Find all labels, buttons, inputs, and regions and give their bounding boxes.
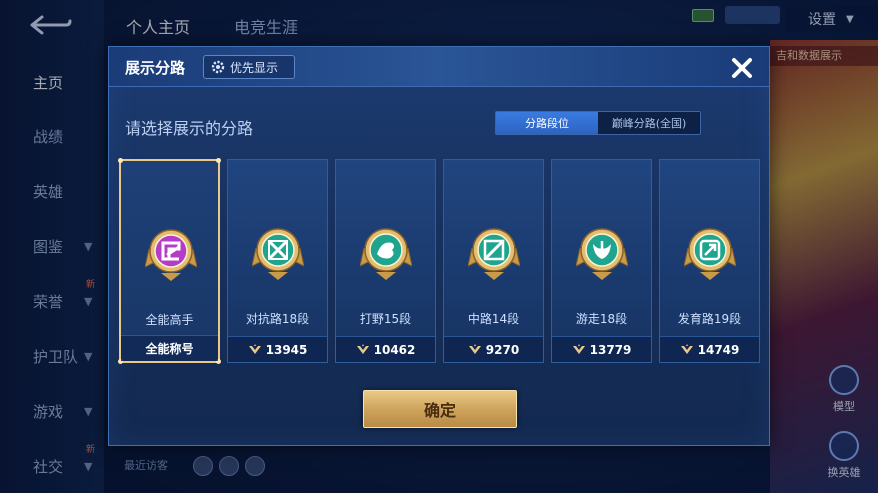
priority-display-label: 优先显示 [230,60,279,75]
rank-points-icon [356,343,369,354]
selection-corner [118,158,123,163]
close-icon[interactable] [727,53,757,83]
lane-card-score: 13779 [552,336,651,362]
selection-corner [216,158,221,163]
rank-points-icon [572,343,585,354]
lane-card-score: 9270 [444,336,543,362]
lane-card-score-value: 14749 [697,342,740,357]
dialog-header: 展示分路 优先显示 [109,47,769,87]
rank-points-icon [248,343,261,354]
lane-card-score-value: 10462 [373,342,416,357]
tab-lane-rank[interactable]: 分路段位 [496,112,598,134]
dialog-subtitle: 请选择展示的分路 [125,119,254,138]
lane-card-name: 中路14段 [467,312,520,326]
lane-card-score: 14749 [660,336,759,362]
tab-peak-lane[interactable]: 巅峰分路(全国) [598,112,700,134]
lane-card-name: 发育路19段 [677,312,742,326]
lane-mode-toggle: 分路段位 巅峰分路(全国) [495,111,701,135]
dialog-title: 展示分路 [125,59,186,77]
lane-card[interactable]: 中路14段 9270 [443,159,544,363]
lane-card-name: 打野15段 [359,312,412,326]
rank-points-icon [680,343,693,354]
lane-card-score: 全能称号 [121,335,218,361]
confirm-button[interactable]: 确定 [363,390,517,428]
priority-display-button[interactable]: 优先显示 [203,55,295,79]
rank-points-icon [468,343,481,354]
lane-display-dialog: 展示分路 优先显示 请选择展示的分路 分路段位 巅峰分路(全国) 全能高手全能称… [108,46,770,446]
roam-icon [576,228,628,280]
farm-lane-icon [684,228,736,280]
lane-card-name: 游走18段 [575,312,628,326]
jungle-icon [360,228,412,280]
lane-card-score-value: 13779 [589,342,632,357]
lane-card[interactable]: 打野15段 10462 [335,159,436,363]
lane-card-name: 对抗路18段 [245,312,310,326]
all-round-icon [145,229,197,281]
lane-card-score: 10462 [336,336,435,362]
gear-icon [211,60,225,74]
lane-card-score: 13945 [228,336,327,362]
mid-lane-icon [468,228,520,280]
lane-card-score-value: 全能称号 [145,342,194,356]
lane-card-score-value: 13945 [265,342,308,357]
lane-card-name: 全能高手 [145,313,194,327]
clash-lane-icon [252,228,304,280]
lane-card[interactable]: 发育路19段 14749 [659,159,760,363]
lane-card[interactable]: 游走18段 13779 [551,159,652,363]
lane-card[interactable]: 全能高手 全能称号 [118,158,221,364]
lane-card-score-value: 9270 [485,342,520,357]
lane-card[interactable]: 对抗路18段 13945 [227,159,328,363]
